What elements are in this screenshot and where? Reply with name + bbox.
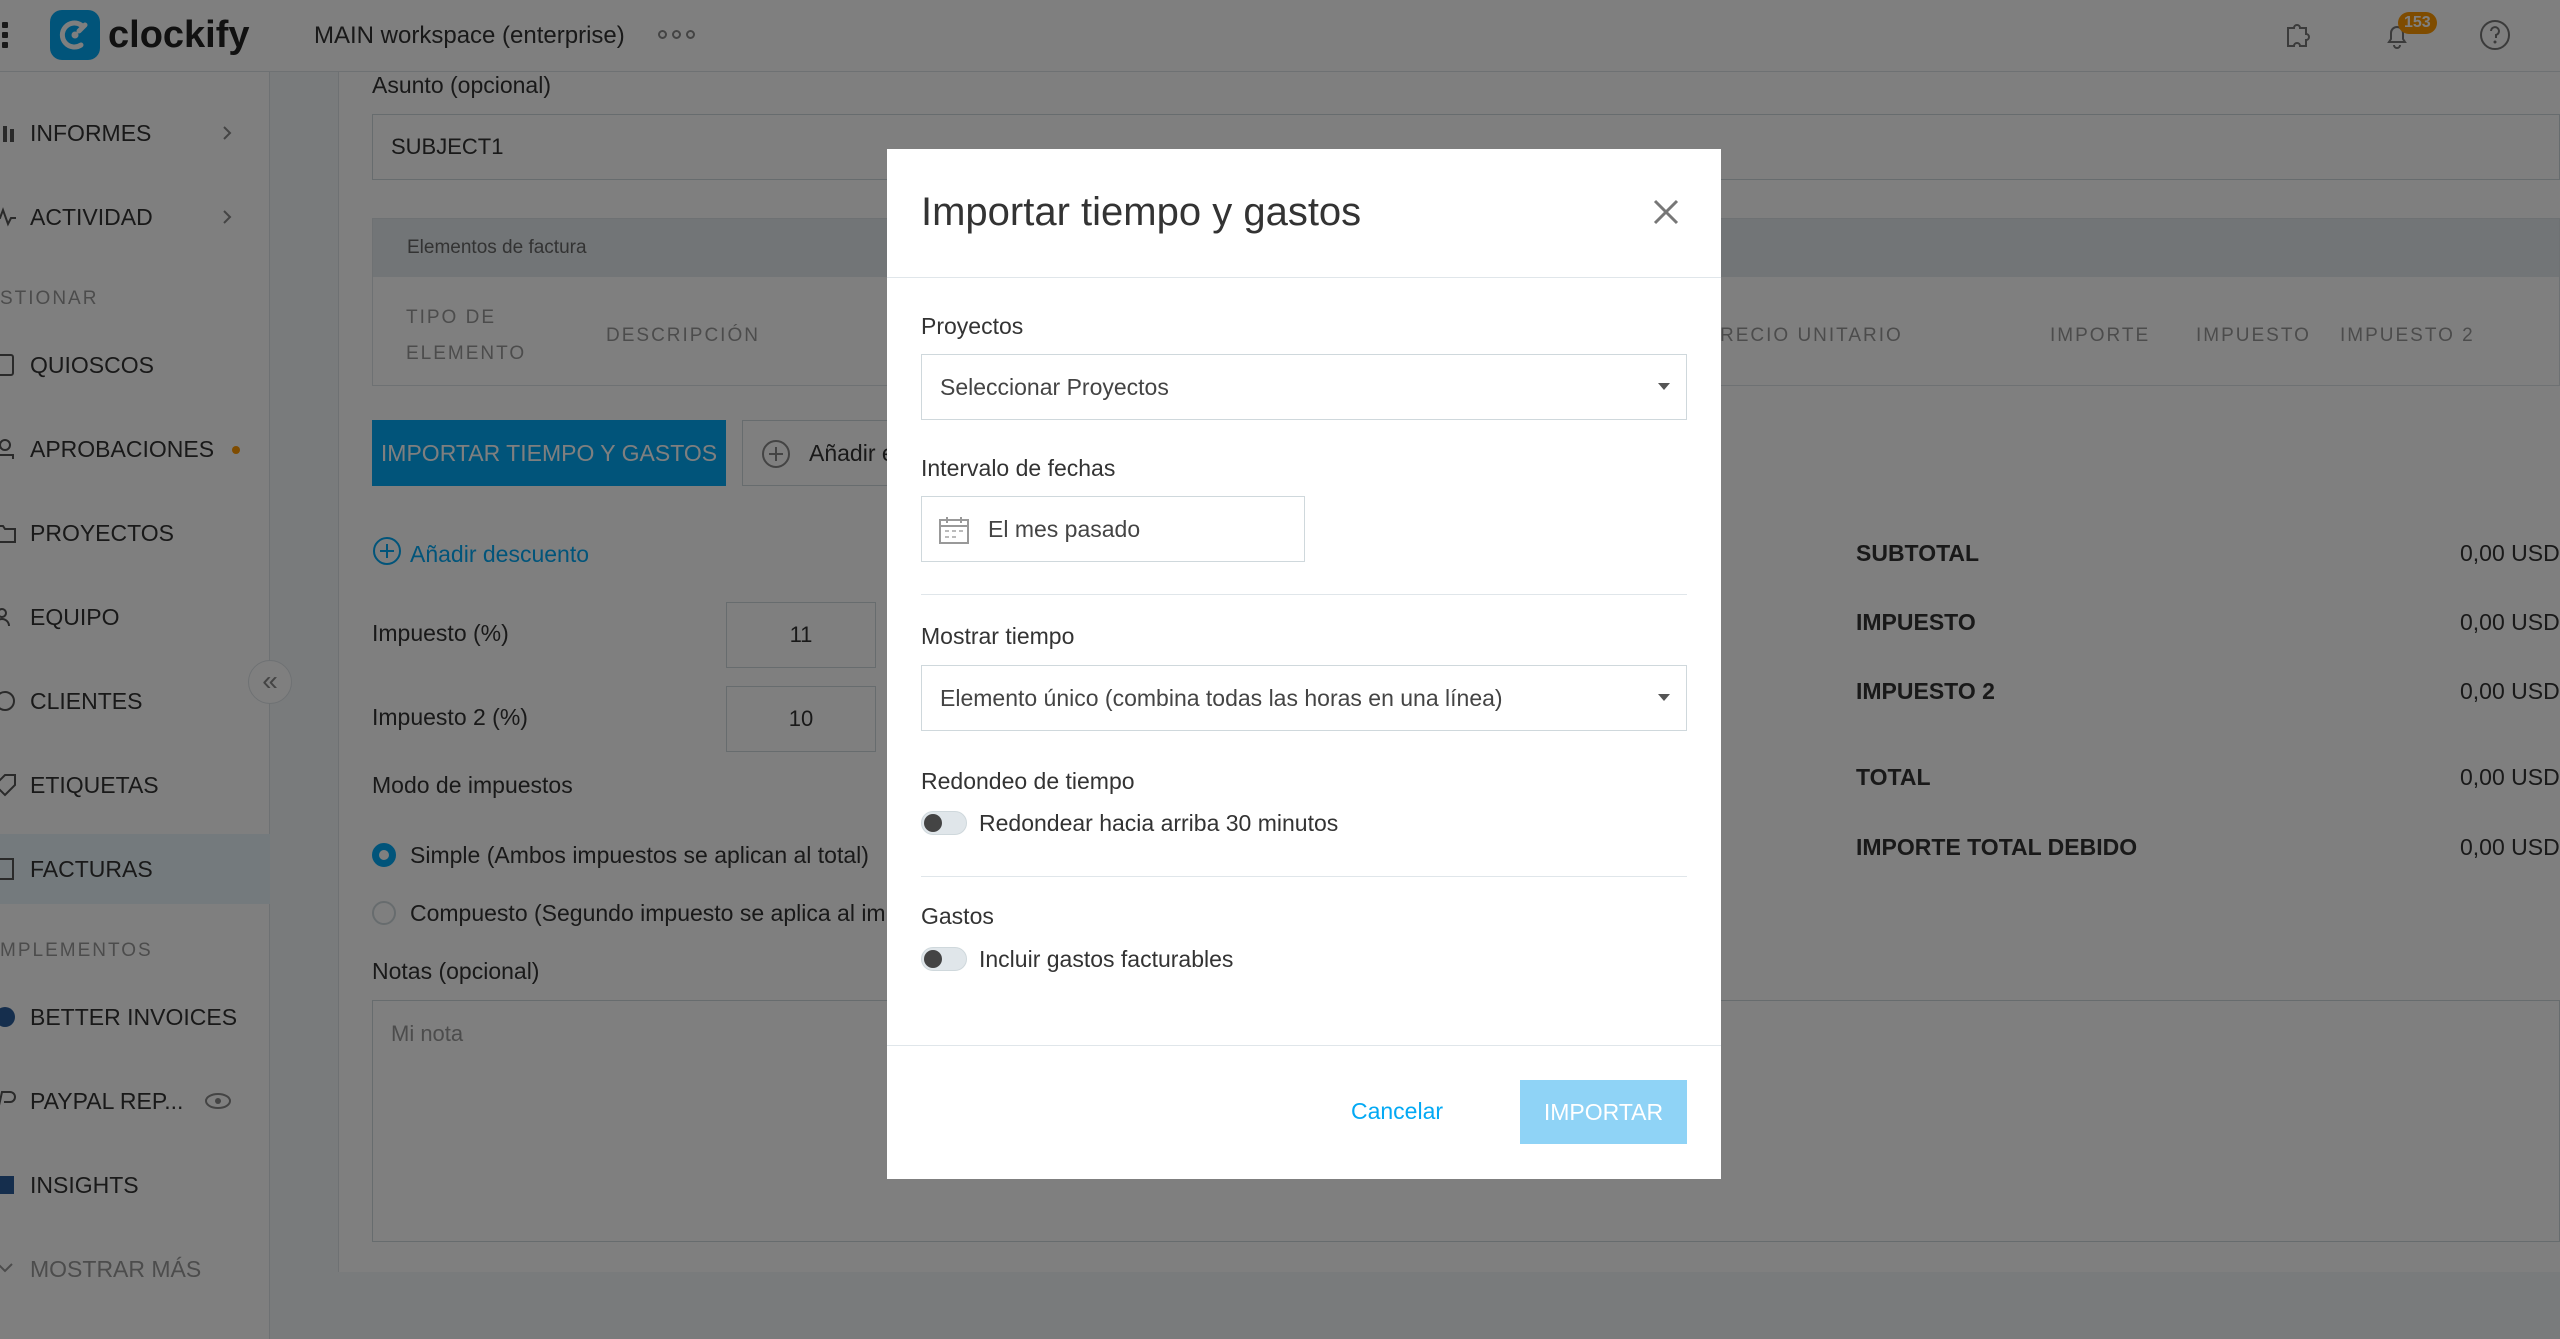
expenses-toggle-label: Incluir gastos facturables [979,946,1234,972]
expenses-label: Gastos [921,903,994,929]
modal-title: Importar tiempo y gastos [921,190,1362,234]
projects-select-value: Seleccionar Proyectos [940,373,1169,400]
date-range-label: Intervalo de fechas [921,455,1116,481]
import-button[interactable]: IMPORTAR [1520,1080,1687,1144]
chevron-down-icon [1658,694,1670,701]
section-divider [921,876,1687,877]
show-time-label: Mostrar tiempo [921,623,1075,649]
rounding-label: Redondeo de tiempo [921,768,1135,794]
projects-select[interactable]: Seleccionar Proyectos [921,354,1687,420]
show-time-select[interactable]: Elemento único (combina todas las horas … [921,665,1687,731]
date-range-value: El mes pasado [988,515,1141,542]
rounding-toggle[interactable] [921,811,967,835]
chevron-down-icon [1658,383,1670,390]
toggle-knob [924,814,942,832]
rounding-toggle-label: Redondear hacia arriba 30 minutos [979,810,1339,836]
projects-label: Proyectos [921,313,1024,339]
toggle-knob [924,950,942,968]
modal-header-divider [887,277,1721,278]
calendar-icon [938,515,970,545]
section-divider [921,594,1687,595]
expenses-toggle[interactable] [921,947,967,971]
date-range-picker[interactable]: El mes pasado [921,496,1305,562]
cancel-button[interactable]: Cancelar [1327,1080,1467,1142]
close-icon[interactable] [1651,197,1681,227]
import-time-expenses-modal: Importar tiempo y gastos Proyectos Selec… [887,149,1721,1179]
modal-footer-divider [887,1045,1721,1046]
show-time-select-value: Elemento único (combina todas las horas … [940,684,1503,711]
